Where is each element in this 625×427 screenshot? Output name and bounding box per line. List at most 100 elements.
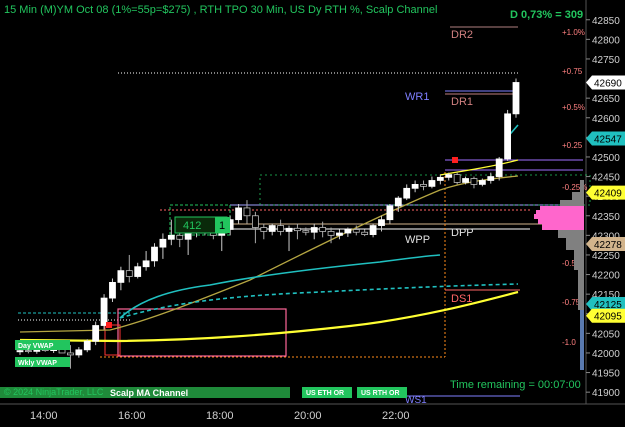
- candle-body: [117, 270, 125, 283]
- dr1-label: DR1: [451, 96, 473, 108]
- candle-body: [504, 113, 511, 160]
- price-tag: 42278: [586, 236, 625, 251]
- candle-body: [386, 205, 394, 221]
- pct-label: -1.0: [562, 338, 576, 347]
- delta-readout: D 0,73% = 309: [510, 9, 583, 21]
- us-eth-or-button[interactable]: US ETH OR: [302, 387, 352, 398]
- candle-body: [285, 227, 293, 232]
- candle-body: [478, 180, 486, 185]
- candle-body: [268, 225, 276, 232]
- price-tick-label: 42650: [592, 94, 620, 105]
- price-tag-label: 42409: [594, 189, 622, 200]
- pct-label: -0.75: [562, 298, 581, 307]
- candle-body: [16, 350, 24, 353]
- us-rth-or-button[interactable]: US RTH OR: [357, 387, 407, 398]
- price-tick-label: 42250: [592, 251, 620, 262]
- trading-chart[interactable]: 15 Min (M)YM Oct 08 (1%=55p=$275) , RTH …: [0, 0, 625, 427]
- time-tick: 16:00: [118, 410, 146, 422]
- price-tick-label: 42200: [592, 271, 620, 282]
- price-tag: 42095: [586, 308, 625, 323]
- price-tag-label: 42547: [594, 135, 622, 146]
- candle-body: [310, 227, 318, 233]
- time-tick: 22:00: [382, 410, 410, 422]
- candle-body: [142, 260, 150, 268]
- price-tick-label: 42850: [592, 16, 620, 27]
- wpp-label: WPP: [405, 234, 430, 246]
- candle-body: [92, 325, 100, 342]
- candle-body: [436, 176, 444, 181]
- candle-body: [235, 207, 242, 221]
- tpo-count: 1: [219, 220, 225, 232]
- pct-label: +0.75: [562, 67, 583, 76]
- candle-body: [462, 178, 469, 183]
- candle-body: [25, 350, 32, 353]
- candle-body: [470, 178, 478, 185]
- wkly-vwap-label: Wkly VWAP: [18, 360, 57, 367]
- candle-body: [361, 231, 369, 235]
- price-tag: 42690: [586, 75, 625, 90]
- price-tag-label: 42278: [594, 240, 622, 251]
- candle-body: [344, 229, 352, 234]
- price-tag: 42547: [586, 131, 625, 146]
- us-eth-label: US ETH OR: [306, 390, 344, 397]
- candle-body: [109, 281, 116, 299]
- price-tick-label: 42750: [592, 55, 620, 66]
- candle-body: [176, 234, 184, 240]
- price-tag: 42409: [586, 185, 625, 200]
- candle-body: [327, 231, 335, 236]
- dr2-label: DR2: [451, 29, 473, 41]
- candle-body: [167, 234, 175, 240]
- candle-body: [420, 183, 427, 187]
- day-vwap-button[interactable]: Day VWAP: [15, 340, 70, 350]
- price-tick-label: 42800: [592, 35, 620, 46]
- price-tick-label: 42000: [592, 349, 620, 360]
- pct-label: +0.25: [562, 141, 583, 150]
- time-tick: 18:00: [206, 410, 234, 422]
- candle-body: [151, 246, 158, 262]
- price-tick-label: 41950: [592, 369, 620, 380]
- candle-body: [67, 352, 74, 356]
- pct-label: +0.5%: [562, 103, 585, 112]
- price-tick-label: 42500: [592, 153, 620, 164]
- candle-body: [75, 349, 83, 356]
- candle-body: [352, 229, 360, 233]
- candle-body: [445, 174, 453, 178]
- candle-body: [453, 174, 461, 183]
- chart-title: 15 Min (M)YM Oct 08 (1%=55p=$275) , RTH …: [4, 4, 437, 16]
- time-tick: 14:00: [30, 410, 58, 422]
- price-tick-label: 42350: [592, 212, 620, 223]
- candle-body: [319, 227, 327, 232]
- ds1-label: DS1: [451, 293, 472, 305]
- ws1-label: WS1: [405, 395, 427, 406]
- scalp-ma-label: Scalp MA Channel: [110, 388, 188, 398]
- candle-body: [302, 230, 310, 233]
- pct-label: +1.0%: [562, 28, 585, 37]
- candle-body: [83, 340, 91, 351]
- us-rth-label: US RTH OR: [361, 390, 400, 397]
- candle-body: [428, 180, 436, 187]
- day-vwap-label: Day VWAP: [18, 343, 54, 350]
- candle-body: [487, 176, 495, 181]
- candle-body: [495, 158, 503, 177]
- candle-body: [336, 232, 343, 236]
- candle-body: [243, 207, 251, 217]
- candle-body: [403, 187, 411, 199]
- candle-body: [369, 225, 377, 235]
- candle-body: [294, 227, 301, 232]
- price-tag-label: 42095: [594, 312, 622, 323]
- red-marker-2: [106, 322, 112, 328]
- time-remaining: Time remaining = 00:07:00: [450, 379, 581, 391]
- tpo-value: 412: [183, 220, 201, 232]
- candle-body: [251, 215, 259, 228]
- candle-body: [100, 297, 108, 326]
- price-tick-label: 41900: [592, 388, 620, 399]
- candle-body: [277, 225, 285, 232]
- dpp-label: DPP: [451, 227, 474, 239]
- wkly-vwap-button[interactable]: Wkly VWAP: [15, 357, 70, 367]
- wr1-label: WR1: [405, 91, 429, 103]
- candle-body: [260, 227, 268, 232]
- candle-body: [394, 197, 402, 207]
- time-tick: 20:00: [294, 410, 322, 422]
- copyright-text: © 2024 NinjaTrader, LLC: [4, 387, 104, 397]
- candle-body: [125, 270, 133, 277]
